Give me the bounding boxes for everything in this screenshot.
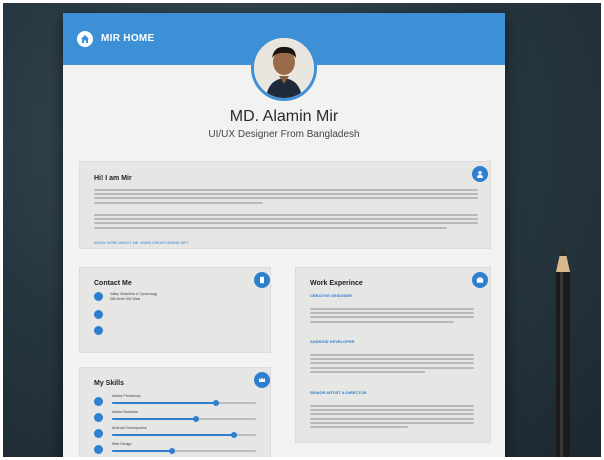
email-icon: [94, 310, 103, 319]
skill-row: Android Development: [94, 426, 264, 438]
profile-title: UI/UX Designer From Bangladesh: [208, 129, 360, 140]
avatar: [251, 35, 317, 101]
job-title: SENIOR ARTIST & DIRECTOR: [310, 390, 367, 395]
briefcase-icon: [472, 272, 488, 288]
phone-icon: [254, 272, 270, 288]
skill-row: Web Design: [94, 442, 264, 454]
about-paragraph-1: [94, 189, 478, 206]
contact-heading: Contact Me: [94, 280, 132, 287]
job-description: [310, 308, 474, 325]
skill-row: Adobe Illustrator: [94, 410, 264, 422]
skills-heading: My Skills: [94, 380, 124, 387]
contact-card: Contact Me Valley Obstetrics & Gynecolog…: [79, 267, 271, 353]
illustrator-icon: [94, 413, 103, 422]
location-icon: [94, 292, 103, 301]
about-heading: Hi! I am Mir: [94, 175, 132, 182]
home-button[interactable]: [77, 31, 93, 47]
android-icon: [94, 429, 103, 438]
user-icon: [472, 166, 488, 182]
job-description: [310, 405, 474, 430]
skills-card: My Skills Adobe Photoshop Adobe Illustra…: [79, 367, 271, 457]
about-more-link[interactable]: KNOW MORE ABOUT ME: WWW.CREATIVEMINE.NET: [94, 241, 188, 245]
work-card: Work Experince CREATIVE DESIGNER ANDROID…: [295, 267, 491, 443]
about-paragraph-2: [94, 214, 478, 231]
skill-row: Adobe Photoshop: [94, 394, 264, 406]
skill-slider[interactable]: [112, 400, 256, 406]
home-icon: [81, 35, 89, 43]
profile-name: MD. Alamin Mir: [229, 108, 339, 125]
skill-slider[interactable]: [112, 416, 256, 422]
web-icon: [94, 445, 103, 454]
job-title: CREATIVE DESIGNER: [310, 293, 352, 298]
photoshop-icon: [94, 397, 103, 406]
pencil-prop: [556, 246, 570, 457]
job-description: [310, 354, 474, 375]
home-link[interactable]: MIR HOME: [101, 33, 155, 44]
work-heading: Work Experince: [310, 280, 363, 287]
skill-slider[interactable]: [112, 448, 256, 454]
resume-sheet: MIR HOME MD. Alamin Mir UI/UX Designer F…: [63, 13, 505, 457]
profile-photo: [254, 38, 314, 98]
about-card: Hi! I am Mir KNOW MORE ABOUT ME: WWW.CRE…: [79, 161, 491, 249]
skill-slider[interactable]: [112, 432, 256, 438]
phone-icon: [94, 326, 103, 335]
backdrop: MIR HOME MD. Alamin Mir UI/UX Designer F…: [0, 0, 604, 460]
job-title: ANDROID DEVELOPER: [310, 339, 355, 344]
crown-icon: [254, 372, 270, 388]
